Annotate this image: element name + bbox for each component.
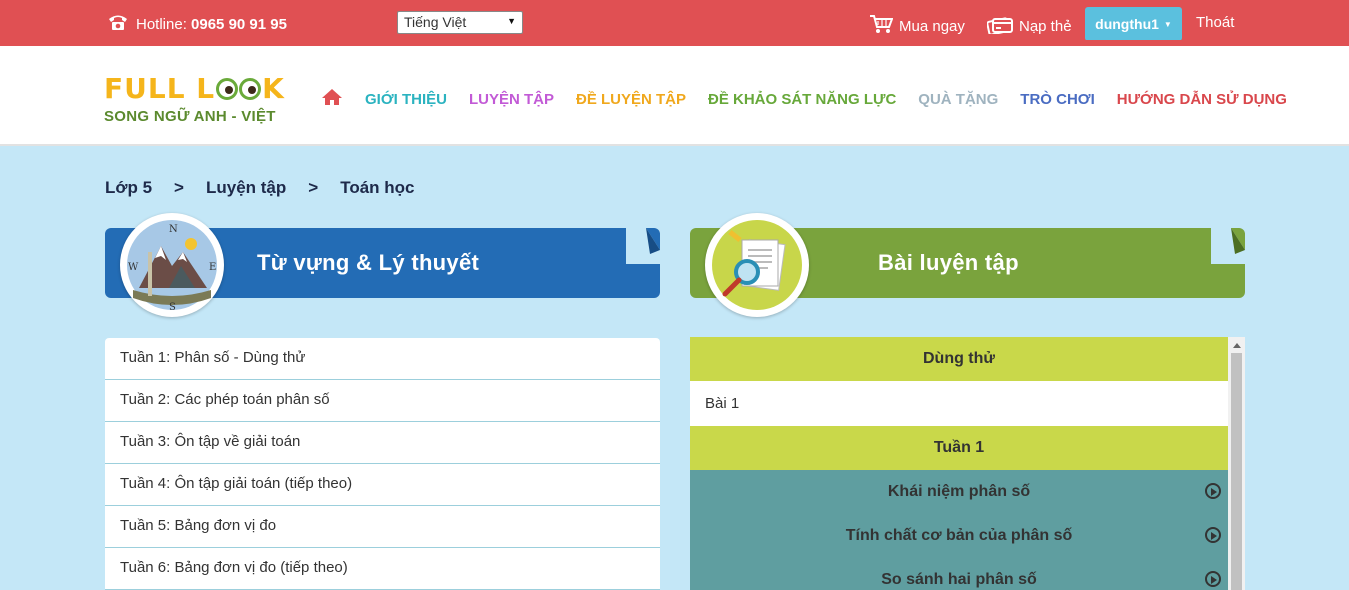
topic-label: Tính chất cơ bản của phân số [845, 527, 1073, 544]
scrollbar[interactable] [1228, 337, 1245, 590]
compass-east: E [209, 262, 216, 273]
cart-icon [869, 14, 894, 38]
list-item[interactable]: Tuần 3: Ôn tập về giải toán [105, 422, 660, 464]
logo-subtitle: SONG NGỮ ANH - VIỆT [104, 108, 276, 125]
hotline: Hotline: 0965 90 91 95 [107, 13, 287, 35]
play-circle-icon[interactable] [1205, 571, 1221, 587]
hotline-label: Hotline: 0965 90 91 95 [136, 15, 287, 33]
compass-west: W [128, 262, 139, 273]
buy-label: Mua ngay [899, 17, 965, 35]
logo-text-end: K [262, 72, 285, 105]
buy-link[interactable]: Mua ngay [869, 14, 965, 38]
play-circle-icon[interactable] [1205, 527, 1221, 543]
logout-link[interactable]: Thoát [1196, 14, 1234, 31]
scroll-thumb[interactable] [1231, 353, 1242, 590]
scroll-up-icon[interactable] [1233, 343, 1241, 348]
logo-text-start: FULL L [104, 72, 216, 105]
logo[interactable]: FULL L K SONG NGỮ ANH - VIỆT [104, 74, 285, 126]
list-item[interactable]: Tuần 2: Các phép toán phân số [105, 380, 660, 422]
compass-south: S [169, 302, 176, 312]
list-item[interactable]: Tuần 1: Phân số - Dùng thử [105, 338, 660, 380]
home-icon[interactable] [321, 88, 343, 110]
ribbon-fold [1211, 228, 1245, 264]
nav-assessment[interactable]: ĐỀ KHẢO SÁT NĂNG LỰC [708, 91, 896, 108]
language-select[interactable]: Tiếng Việt ▼ [397, 11, 523, 34]
user-menu-button[interactable]: dungthu1 ▼ [1085, 7, 1182, 41]
compass-mountain-icon: N S E W [120, 213, 224, 317]
language-value: Tiếng Việt [404, 14, 467, 30]
username: dungthu1 [1095, 16, 1159, 32]
nav-gifts[interactable]: QUÀ TẶNG [918, 91, 998, 108]
vocab-theory-title: Từ vựng & Lý thuyết [257, 250, 480, 275]
list-item[interactable]: Tuần 4: Ôn tập giải toán (tiếp theo) [105, 464, 660, 506]
card-icon [986, 14, 1013, 38]
magnifier-document-icon [705, 213, 809, 317]
nav-about[interactable]: GIỚI THIỆU [365, 91, 447, 108]
practice-exercises-title: Bài luyện tập [878, 250, 1019, 275]
topup-link[interactable]: Nạp thẻ [986, 14, 1072, 38]
logo-title: FULL L K [104, 74, 285, 104]
logout-label: Thoát [1196, 14, 1235, 31]
topic-label: So sánh hai phân số [881, 571, 1037, 588]
topup-label: Nạp thẻ [1019, 17, 1072, 35]
breadcrumb-grade[interactable]: Lớp 5 [105, 178, 152, 198]
practice-panel: Dùng thử Bài 1 Tuần 1 Khái niệm phân số … [690, 337, 1245, 590]
breadcrumb-section[interactable]: Luyện tập [206, 178, 286, 198]
topic-item[interactable]: Tính chất cơ bản của phân số [690, 514, 1228, 558]
play-circle-icon[interactable] [1205, 483, 1221, 499]
week-header: Tuần 1 [690, 426, 1228, 470]
breadcrumb: Lớp 5 > Luyện tập > Toán học [105, 178, 415, 198]
nav-practice-tests[interactable]: ĐỀ LUYỆN TẬP [576, 91, 686, 108]
breadcrumb-subject: Toán học [340, 178, 415, 197]
breadcrumb-separator: > [308, 178, 319, 197]
list-item[interactable]: Tuần 5: Bảng đơn vị đo [105, 506, 660, 548]
topic-label: Khái niệm phân số [887, 483, 1031, 500]
nav-games[interactable]: TRÒ CHƠI [1020, 91, 1094, 108]
caret-down-icon: ▼ [1163, 19, 1172, 29]
breadcrumb-separator: > [174, 178, 184, 197]
topic-item[interactable]: Khái niệm phân số [690, 470, 1228, 514]
lesson-item[interactable]: Bài 1 [690, 381, 1228, 426]
ribbon-fold [626, 228, 660, 264]
trial-header: Dùng thử [690, 337, 1228, 381]
logo-eyes-icon [216, 78, 262, 100]
topic-list: Khái niệm phân số Tính chất cơ bản của p… [690, 470, 1228, 590]
caret-down-icon: ▼ [507, 16, 516, 26]
topic-item[interactable]: So sánh hai phân số [690, 558, 1228, 590]
nav-guide[interactable]: HƯỚNG DẪN SỬ DỤNG [1117, 91, 1287, 108]
hotline-number[interactable]: 0965 90 91 95 [191, 16, 287, 33]
nav-practice[interactable]: LUYỆN TẬP [469, 91, 554, 108]
list-item[interactable]: Tuần 6: Bảng đơn vị đo (tiếp theo) [105, 548, 660, 590]
compass-north: N [169, 224, 178, 235]
phone-icon [107, 13, 129, 35]
week-list: Tuần 1: Phân số - Dùng thử Tuần 2: Các p… [105, 338, 660, 590]
main-nav: GIỚI THIỆU LUYỆN TẬP ĐỀ LUYỆN TẬP ĐỀ KHẢ… [321, 88, 1309, 110]
site-header: FULL L K SONG NGỮ ANH - VIỆT GIỚI THIỆU … [0, 46, 1349, 146]
